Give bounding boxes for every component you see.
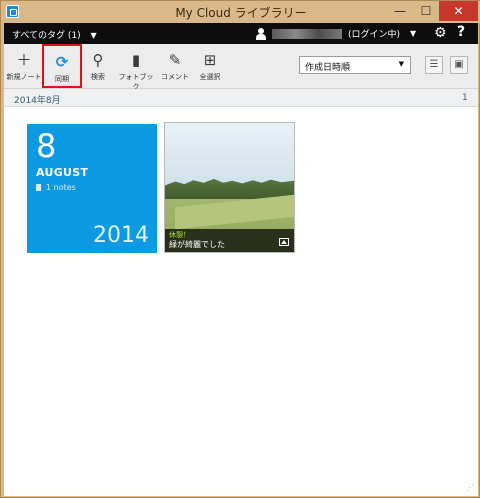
resize-grip-icon[interactable]: ⋰ <box>466 483 474 492</box>
note-caption: 休憩！ 緑が綺麗でした <box>165 229 294 252</box>
month-label: 2014年8月 <box>14 96 61 106</box>
month-group-header: 2014年8月 1 <box>4 89 478 107</box>
sort-order-select[interactable]: 作成日時順 ▼ <box>299 56 411 74</box>
image-icon <box>279 238 289 246</box>
new-note-label: 新規ノート <box>6 73 42 81</box>
search-button[interactable]: ⚲ 検索 <box>84 44 112 88</box>
tag-filter-dropdown[interactable]: すべてのタグ (1) ▼ <box>12 28 97 41</box>
toolbar: ＋ 新規ノート ⟳ 同期 ⚲ 検索 ▮ フォトブック ✎ コメント ⊞ 全選択 <box>4 44 478 92</box>
chevron-down-icon: ▼ <box>90 31 97 40</box>
gear-icon[interactable]: ⚙ <box>434 25 447 41</box>
chevron-down-icon: ▼ <box>410 29 417 38</box>
app-window: My Cloud ライブラリー — ☐ ✕ すべてのタグ (1) ▼ (ログイン… <box>0 0 480 498</box>
comment-label: コメント <box>161 73 189 81</box>
chevron-down-icon: ▼ <box>398 60 404 68</box>
select-all-button[interactable]: ⊞ 全選択 <box>194 44 226 88</box>
maximize-button[interactable]: ☐ <box>413 1 439 21</box>
search-label: 検索 <box>91 73 105 81</box>
help-button[interactable]: ? <box>457 24 465 40</box>
date-tile[interactable]: 8 AUGUST 1 notes 2014 <box>27 124 157 253</box>
top-bar: すべてのタグ (1) ▼ (ログイン中) ▼ ⚙ ? <box>4 23 478 44</box>
tag-filter-label: すべてのタグ (1) <box>12 31 81 41</box>
close-button[interactable]: ✕ <box>439 1 478 21</box>
sort-order-value: 作成日時順 <box>305 63 351 73</box>
comment-icon: ✎ <box>168 51 182 69</box>
search-icon: ⚲ <box>92 51 104 69</box>
date-month: AUGUST <box>36 166 89 179</box>
select-all-icon: ⊞ <box>203 51 217 69</box>
date-day: 8 <box>36 127 57 165</box>
login-status: (ログイン中) <box>348 30 401 40</box>
title-bar[interactable]: My Cloud ライブラリー — ☐ ✕ <box>1 1 480 23</box>
minimize-button[interactable]: — <box>387 1 413 21</box>
date-year: 2014 <box>93 223 149 248</box>
sync-button[interactable]: ⟳ 同期 <box>42 44 82 88</box>
list-view-button[interactable]: ☰ <box>425 56 443 74</box>
note-caption-body: 緑が綺麗でした <box>169 240 225 249</box>
plus-icon: ＋ <box>16 51 32 69</box>
new-note-button[interactable]: ＋ 新規ノート <box>6 44 42 88</box>
grid-view-button[interactable]: ▣ <box>450 56 468 74</box>
comment-button[interactable]: ✎ コメント <box>159 44 191 88</box>
account-menu[interactable]: (ログイン中) ▼ <box>256 27 416 40</box>
sync-icon: ⟳ <box>55 53 69 71</box>
note-thumbnail[interactable]: 休憩！ 緑が綺麗でした <box>164 122 295 253</box>
photobook-icon: ▮ <box>131 51 141 69</box>
sync-label: 同期 <box>55 75 69 83</box>
document-icon <box>36 184 41 191</box>
date-note-count-label: 1 notes <box>46 183 76 192</box>
select-all-label: 全選択 <box>199 73 221 81</box>
client-area: すべてのタグ (1) ▼ (ログイン中) ▼ ⚙ ? ＋ 新規ノート ⟳ 同期 <box>4 23 478 496</box>
user-name-redacted <box>272 28 342 39</box>
date-note-count: 1 notes <box>36 183 76 192</box>
user-icon <box>256 27 266 40</box>
month-note-count: 1 <box>462 93 468 103</box>
note-caption-title: 休憩！ <box>169 231 190 239</box>
photobook-button[interactable]: ▮ フォトブック <box>116 44 156 92</box>
